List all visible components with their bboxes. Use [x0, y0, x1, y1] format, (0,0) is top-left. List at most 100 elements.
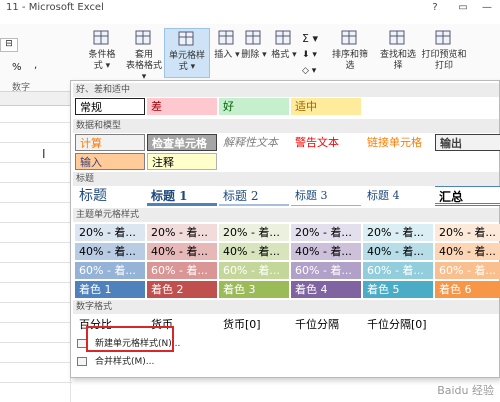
highlight-box	[86, 326, 174, 352]
merge-styles-label: 合并样式(M)...	[95, 357, 155, 367]
gridline	[0, 342, 72, 343]
comma-button[interactable]: ,	[34, 60, 37, 71]
ribbon-button-1[interactable]: 套用 表格格式 ▾	[124, 28, 164, 82]
theme-style-cell[interactable]: 20% - 着...	[291, 224, 361, 241]
number-format-cell[interactable]: 千位分隔	[291, 316, 361, 333]
style-cell[interactable]: 检查单元格	[147, 134, 217, 151]
merge-styles-item[interactable]: 合并样式(M)...	[73, 354, 154, 370]
ribbon-button-2[interactable]: 单元格样式 ▾	[164, 28, 210, 78]
accent-style-cell[interactable]: 着色 4	[291, 281, 361, 298]
theme-style-cell[interactable]: 40% - 着...	[219, 243, 289, 260]
theme-style-cell[interactable]: 40% - 着...	[147, 243, 217, 260]
conditional-format-icon	[91, 28, 113, 48]
delete-icon	[243, 28, 265, 48]
gridline	[0, 382, 72, 383]
format-icon	[273, 28, 295, 48]
ribbon-button-label: 条件格式 ▾	[88, 50, 116, 71]
sort-filter-icon	[339, 28, 361, 48]
style-cell[interactable]: 常规	[75, 98, 145, 115]
ribbon-button-label: 打印预览和 打印	[421, 50, 467, 71]
style-cell[interactable]: 警告文本	[291, 134, 361, 151]
section-data-model: 数据和模型	[73, 119, 499, 133]
accent-style-cell[interactable]: 着色 1	[75, 281, 145, 298]
heading-cell[interactable]: 标题 4	[363, 186, 433, 206]
cell-style-icon	[176, 29, 198, 49]
style-cell[interactable]: 计算	[75, 134, 145, 151]
style-cell[interactable]: 输出	[435, 134, 500, 151]
theme-style-cell[interactable]: 40% - 着...	[435, 243, 500, 260]
ribbon-button-label: 删除 ▾	[241, 50, 267, 60]
heading-cell[interactable]: 标题 1	[147, 186, 217, 206]
autosum-button[interactable]: Σ ▾	[302, 32, 318, 45]
style-cell[interactable]: 差	[147, 98, 217, 115]
theme-style-cell[interactable]: 40% - 着...	[363, 243, 433, 260]
style-cell[interactable]: 输入	[75, 153, 145, 170]
theme-style-cell[interactable]: 60% - 着...	[363, 262, 433, 279]
theme-style-cell[interactable]: 60% - 着...	[219, 262, 289, 279]
style-cell[interactable]: 好	[219, 98, 289, 115]
section-number-format: 数字格式	[73, 300, 499, 314]
style-cell[interactable]: 链接单元格	[363, 134, 433, 151]
help-button[interactable]: ?	[424, 0, 446, 16]
heading-cell[interactable]: 标题 3	[291, 186, 361, 206]
ribbon-button-6[interactable]: 排序和筛选	[328, 28, 372, 78]
accent-style-cell[interactable]: 着色 3	[219, 281, 289, 298]
find-select-icon	[387, 28, 409, 48]
gridline	[0, 282, 72, 283]
percent-button[interactable]: %	[12, 62, 22, 73]
theme-style-cell[interactable]: 40% - 着...	[75, 243, 145, 260]
accent-style-cell[interactable]: 着色 5	[363, 281, 433, 298]
ribbon-button-7[interactable]: 查找和选择	[376, 28, 420, 78]
theme-style-cell[interactable]: 20% - 着...	[75, 224, 145, 241]
ribbon-button-0[interactable]: 条件格式 ▾	[86, 28, 118, 78]
clear-button[interactable]: ◇ ▾	[302, 66, 316, 76]
fill-button[interactable]: ⬇ ▾	[302, 50, 317, 60]
text-cursor-icon: I	[42, 147, 46, 161]
accent-style-cell[interactable]: 着色 6	[435, 281, 500, 298]
gridline	[0, 122, 72, 123]
theme-style-cell[interactable]: 60% - 着...	[75, 262, 145, 279]
ribbon-button-label: 格式 ▾	[271, 50, 297, 60]
theme-style-cell[interactable]: 60% - 着...	[291, 262, 361, 279]
minimize-button[interactable]: —	[476, 0, 498, 16]
theme-style-cell[interactable]: 20% - 着...	[147, 224, 217, 241]
name-box[interactable]: ⊟	[0, 38, 18, 52]
gridline	[0, 142, 72, 143]
ribbon-button-label: 排序和筛选	[331, 50, 368, 71]
section-titles: 标题	[73, 172, 499, 186]
print-preview-icon	[433, 28, 455, 48]
accent-style-cell[interactable]: 着色 2	[147, 281, 217, 298]
ribbon-button-3[interactable]: 插入 ▾	[214, 28, 240, 78]
theme-style-cell[interactable]: 60% - 着...	[435, 262, 500, 279]
merge-styles-icon	[77, 357, 87, 366]
ribbon-button-label: 插入 ▾	[214, 50, 240, 60]
theme-style-cell[interactable]: 20% - 着...	[435, 224, 500, 241]
restore-button[interactable]: ▭	[452, 0, 474, 16]
ribbon-button-label: 套用 表格格式 ▾	[125, 50, 162, 82]
gridline	[0, 242, 72, 243]
gridline	[0, 202, 72, 203]
ribbon-button-5[interactable]: 格式 ▾	[270, 28, 298, 78]
style-cell[interactable]: 注释	[147, 153, 217, 170]
gridline	[0, 222, 72, 223]
theme-style-cell[interactable]: 20% - 着...	[219, 224, 289, 241]
style-cell[interactable]: 适中	[291, 98, 361, 115]
window-title: 11 - Microsoft Excel	[6, 2, 104, 13]
theme-style-cell[interactable]: 60% - 着...	[147, 262, 217, 279]
theme-style-cell[interactable]: 40% - 着...	[291, 243, 361, 260]
heading-cell[interactable]: 汇总	[435, 186, 500, 206]
heading-cell[interactable]: 标题	[75, 186, 145, 206]
gridline	[0, 182, 72, 183]
ribbon-button-4[interactable]: 删除 ▾	[240, 28, 268, 78]
theme-style-cell[interactable]: 20% - 着...	[363, 224, 433, 241]
section-good-bad-neutral: 好、差和适中	[73, 83, 499, 97]
section-theme-styles: 主题单元格样式	[73, 208, 499, 222]
style-cell[interactable]: 解释性文本	[219, 134, 289, 151]
number-format-cell[interactable]: 千位分隔[0]	[363, 316, 433, 333]
gridline	[0, 362, 72, 363]
heading-cell[interactable]: 标题 2	[219, 186, 289, 206]
gridline	[0, 262, 72, 263]
gridline	[0, 162, 72, 163]
ribbon-button-8[interactable]: 打印预览和 打印	[420, 28, 468, 78]
number-format-cell[interactable]: 货币[0]	[219, 316, 289, 333]
